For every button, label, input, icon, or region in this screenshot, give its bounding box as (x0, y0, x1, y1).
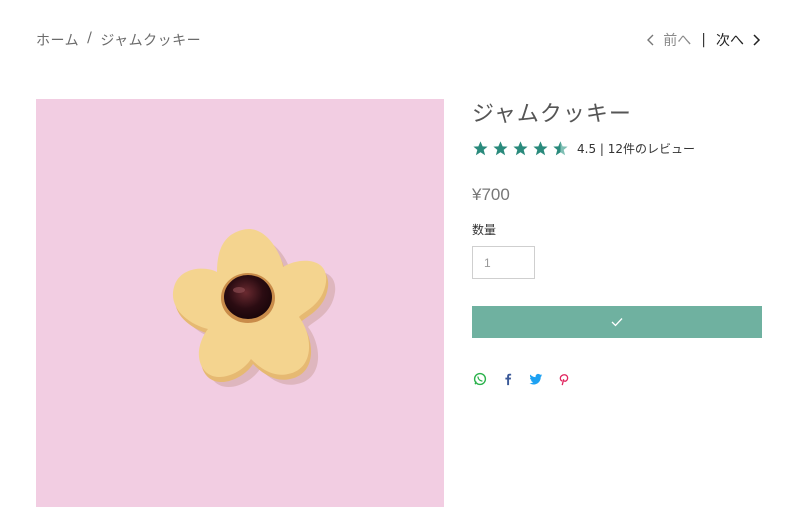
add-to-cart-button[interactable] (472, 306, 762, 338)
product-rating[interactable]: 4.5 | 12件のレビュー (472, 140, 762, 157)
checkmark-icon (611, 318, 623, 327)
facebook-icon[interactable] (501, 372, 515, 386)
next-product-link[interactable]: 次へ (716, 30, 762, 50)
next-label: 次へ (716, 33, 744, 49)
breadcrumb-home-link[interactable]: ホーム (36, 30, 79, 50)
whatsapp-icon[interactable] (473, 372, 487, 386)
star-icon (473, 141, 488, 156)
chevron-left-icon (647, 34, 654, 46)
pinterest-icon[interactable] (557, 372, 571, 386)
product-title: ジャムクッキー (472, 102, 632, 127)
quantity-label: 数量 (472, 223, 497, 237)
pager-separator: | (701, 32, 706, 48)
product-info: ジャムクッキー 4.5 | 12件のレビュー ¥700 数量 (472, 96, 762, 386)
chevron-right-icon (753, 34, 761, 46)
product-price: ¥700 (472, 185, 510, 204)
breadcrumb-current[interactable]: ジャムクッキー (100, 30, 201, 50)
breadcrumb-separator: / (87, 30, 93, 46)
product-pager: 前へ | 次へ (645, 30, 762, 50)
rating-summary[interactable]: 4.5 | 12件のレビュー (577, 140, 695, 157)
star-icon (533, 141, 548, 156)
product-image[interactable] (36, 99, 444, 507)
star-icon (513, 141, 528, 156)
quantity-input[interactable] (472, 246, 535, 279)
star-icon (493, 141, 508, 156)
cookie-photo (172, 228, 336, 388)
rating-stars (472, 140, 569, 157)
star-half-icon (553, 141, 568, 156)
prev-label: 前へ (663, 33, 692, 49)
twitter-icon[interactable] (529, 372, 543, 386)
prev-product-link[interactable]: 前へ (645, 30, 691, 50)
breadcrumb: ホーム / ジャムクッキー (36, 30, 201, 50)
share-bar (472, 372, 762, 386)
